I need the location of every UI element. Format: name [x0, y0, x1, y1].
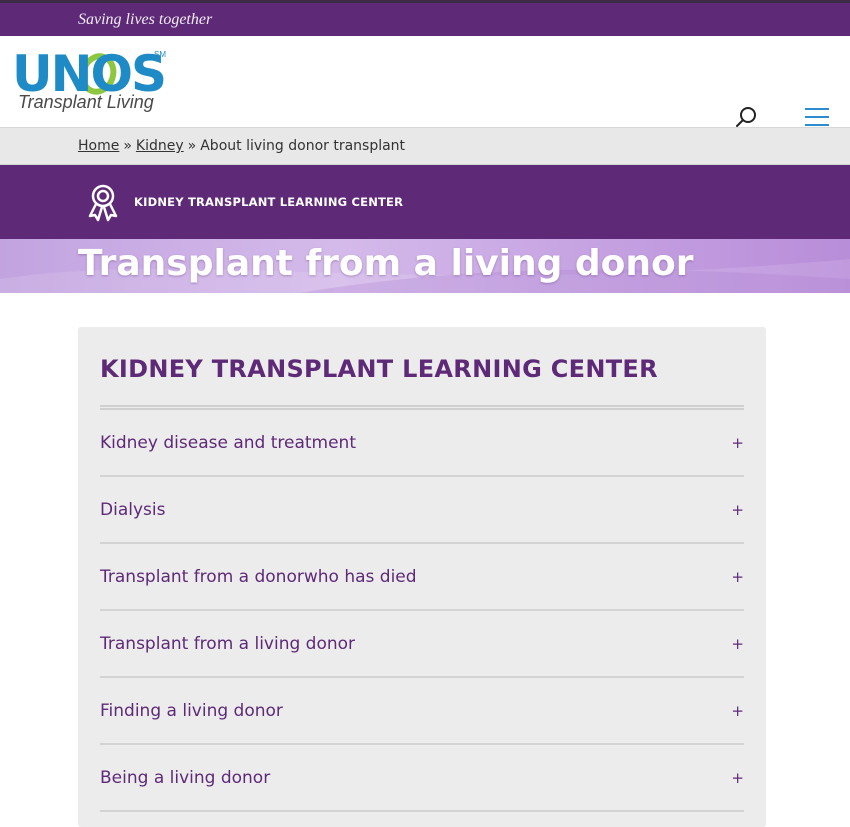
breadcrumb: Home » Kidney » About living donor trans… — [0, 128, 850, 165]
expand-plus-icon[interactable]: + — [731, 702, 744, 720]
accordion-item-label: Being a living donor — [100, 767, 271, 788]
panel-title: KIDNEY TRANSPLANT LEARNING CENTER — [100, 355, 658, 383]
expand-plus-icon[interactable]: + — [731, 568, 744, 586]
breadcrumb-kidney-link[interactable]: Kidney — [136, 138, 184, 154]
accordion-item-dialysis[interactable]: Dialysis + — [100, 477, 744, 544]
accordion-item-kidney-disease[interactable]: Kidney disease and treatment + — [100, 410, 744, 477]
accordion-item-being-donor[interactable]: Being a living donor + — [100, 745, 744, 812]
accordion-item-label: Kidney disease and treatment — [100, 432, 356, 453]
top-bar: Saving lives together — [0, 0, 850, 36]
logo-service-mark: SM — [154, 50, 166, 59]
hamburger-menu-icon — [805, 108, 829, 126]
breadcrumb-home-link[interactable]: Home — [78, 138, 119, 154]
search-icon — [736, 107, 756, 127]
expand-plus-icon[interactable]: + — [731, 501, 744, 519]
accordion-item-finding-donor[interactable]: Finding a living donor + — [100, 678, 744, 745]
breadcrumb-current: About living donor transplant — [200, 138, 406, 154]
menu-button[interactable] — [805, 106, 829, 128]
accordion-item-label: Transplant from a donorwho has died — [100, 566, 417, 587]
breadcrumb-separator: » — [123, 138, 132, 154]
learning-center-bar: KIDNEY TRANSPLANT LEARNING CENTER — [0, 165, 850, 239]
site-header: UNOS SM Transplant Living — [0, 36, 850, 128]
page-title: Transplant from a living donor — [78, 243, 694, 284]
expand-plus-icon[interactable]: + — [731, 635, 744, 653]
expand-plus-icon[interactable]: + — [731, 434, 744, 452]
accordion-item-label: Finding a living donor — [100, 700, 283, 721]
accordion-item-label: Transplant from a living donor — [100, 633, 356, 654]
hero-banner: Transplant from a living donor — [0, 239, 850, 293]
learning-center-panel: KIDNEY TRANSPLANT LEARNING CENTER Kidney… — [78, 327, 766, 827]
learning-center-label: KIDNEY TRANSPLANT LEARNING CENTER — [134, 195, 404, 209]
unos-logo[interactable]: UNOS SM Transplant Living — [12, 45, 167, 118]
award-ribbon-icon — [88, 184, 118, 222]
accordion-item-deceased-donor[interactable]: Transplant from a donorwho has died + — [100, 544, 744, 611]
breadcrumb-separator: » — [187, 138, 197, 154]
search-button[interactable] — [735, 106, 759, 130]
expand-plus-icon[interactable]: + — [731, 769, 744, 787]
tagline: Saving lives together — [78, 10, 213, 28]
logo-subtitle: Transplant Living — [18, 92, 154, 112]
accordion-item-living-donor[interactable]: Transplant from a living donor + — [100, 611, 744, 678]
accordion-item-label: Dialysis — [100, 499, 166, 520]
